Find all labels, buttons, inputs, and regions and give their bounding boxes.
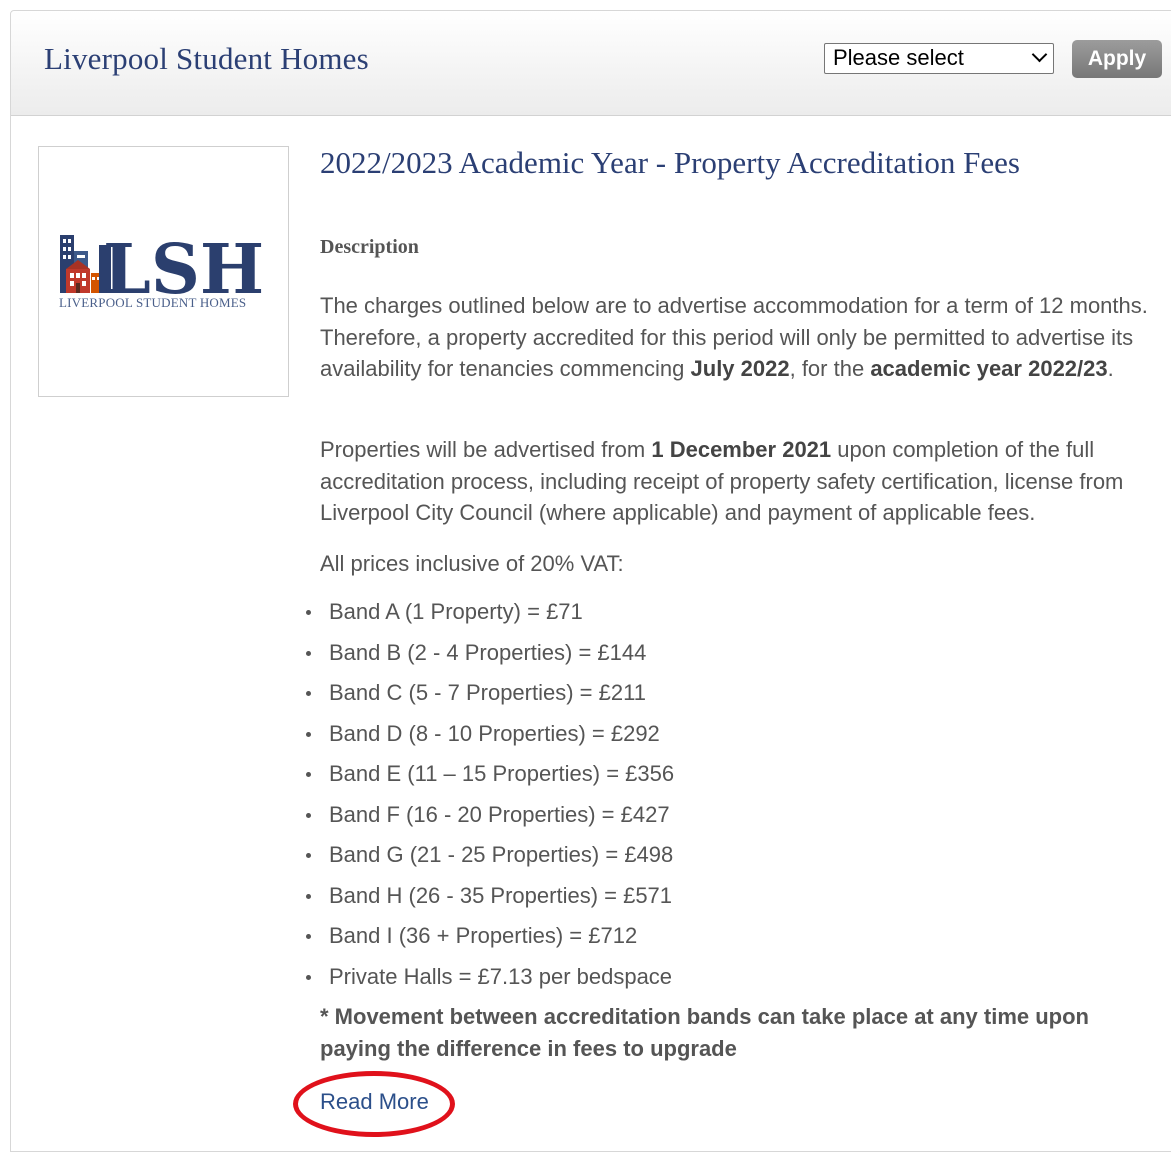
band-movement-note: * Movement between accreditation bands c… — [320, 1004, 1089, 1061]
fee-band-item: Band G (21 - 25 Properties) = £498 — [305, 840, 674, 881]
fee-band-item: Band B (2 - 4 Properties) = £144 — [305, 638, 674, 679]
article-title[interactable]: 2022/2023 Academic Year - Property Accre… — [320, 145, 1020, 181]
start-month: July 2022 — [690, 356, 790, 381]
vat-line: All prices inclusive of 20% VAT: — [320, 551, 624, 576]
academic-year: academic year 2022/23 — [870, 356, 1108, 381]
fee-band-item: Band F (16 - 20 Properties) = £427 — [305, 800, 674, 841]
lsh-logo-graphic: LSH — [60, 230, 264, 310]
advert-date: 1 December 2021 — [651, 437, 832, 462]
fee-band-item: Band E (11 – 15 Properties) = £356 — [305, 759, 674, 800]
apply-button[interactable]: Apply — [1072, 40, 1162, 78]
fee-band-item: Private Halls = £7.13 per bedspace — [305, 962, 674, 1003]
description-label: Description — [320, 236, 419, 258]
category-select[interactable]: Please select — [824, 43, 1054, 74]
chevron-down-icon — [1031, 46, 1048, 63]
fee-band-list: Band A (1 Property) = £71 Band B (2 - 4 P… — [305, 597, 674, 1003]
lsh-logo[interactable]: LSH LIVERPOOL STUDENT HOMES — [38, 146, 289, 397]
advertising-paragraph: Properties will be advertised from 1 Dec… — [320, 434, 1160, 529]
main-panel: Liverpool Student Homes Please select Ap… — [10, 10, 1171, 1152]
site-title[interactable]: Liverpool Student Homes — [44, 41, 369, 77]
intro-paragraph: The charges outlined below are to advert… — [320, 290, 1160, 385]
fee-band-item: Band D (8 - 10 Properties) = £292 — [305, 719, 674, 760]
intro-text-2: , for the — [789, 356, 871, 381]
header-bar: Liverpool Student Homes Please select Ap… — [11, 11, 1171, 116]
category-select-value: Please select — [833, 45, 964, 70]
fee-band-item: Band C (5 - 7 Properties) = £211 — [305, 678, 674, 719]
advert-text: Properties will be advertised from — [320, 437, 652, 462]
fee-band-item: Band H (26 - 35 Properties) = £571 — [305, 881, 674, 922]
intro-text-3: . — [1107, 356, 1114, 381]
highlight-circle — [293, 1071, 455, 1137]
fee-band-item: Band A (1 Property) = £71 — [305, 597, 674, 638]
logo-subtitle: LIVERPOOL STUDENT HOMES — [59, 295, 247, 310]
fee-band-item: Band I (36 + Properties) = £712 — [305, 921, 674, 962]
